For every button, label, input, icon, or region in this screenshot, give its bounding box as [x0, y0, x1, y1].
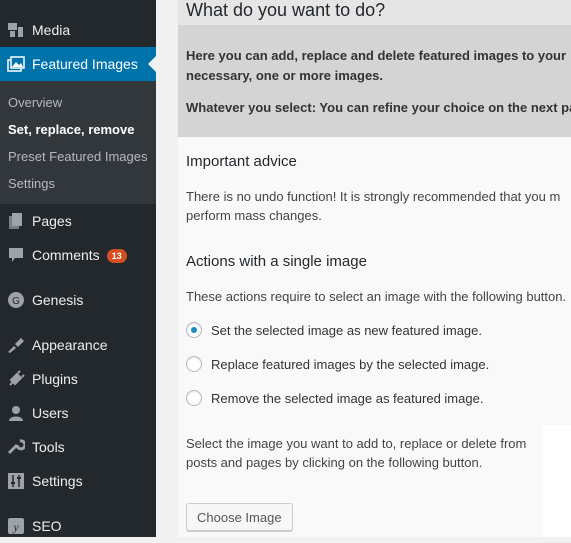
option-label: Set the selected image as new featured i…	[211, 322, 482, 338]
settings-icon	[6, 471, 26, 491]
intro-text-line1: Here you can add, replace and delete fea…	[186, 48, 567, 63]
select-image-text-line2: posts and pages by clicking on the follo…	[186, 455, 483, 470]
choose-image-button[interactable]: Choose Image	[186, 503, 293, 531]
intro-box: Here you can add, replace and delete fea…	[178, 25, 571, 137]
single-image-heading: Actions with a single image	[186, 253, 367, 270]
sidebar-item-pages[interactable]: Pages	[0, 204, 156, 238]
submenu-item-settings[interactable]: Settings	[8, 176, 55, 191]
important-advice-heading: Important advice	[186, 153, 297, 170]
pages-icon	[6, 211, 26, 231]
page-title: What do you want to do?	[186, 0, 386, 20]
tools-icon	[6, 437, 26, 457]
users-icon	[6, 403, 26, 423]
option-label: Remove the selected image as featured im…	[211, 390, 484, 406]
sidebar-item-seo[interactable]: y SEO	[0, 509, 156, 543]
radio-set-featured-image[interactable]	[186, 322, 202, 338]
option-set-featured-image[interactable]: Set the selected image as new featured i…	[186, 322, 482, 338]
genesis-icon: G	[6, 290, 26, 310]
sidebar-item-featured-images[interactable]: Featured Images	[0, 47, 156, 81]
sidebar-item-appearance[interactable]: Appearance	[0, 328, 156, 362]
intro-refine-text: Whatever you select: You can refine your…	[186, 100, 571, 115]
admin-sidebar: Media Featured Images Overview Set, repl…	[0, 0, 156, 537]
featured-images-icon	[6, 54, 26, 74]
sidebar-item-plugins[interactable]: Plugins	[0, 362, 156, 396]
intro-text-line2: necessary, one or more images.	[186, 68, 384, 83]
select-image-text-line1: Select the image you want to add to, rep…	[186, 436, 527, 451]
option-replace-featured-images[interactable]: Replace featured images by the selected …	[186, 356, 489, 372]
appearance-icon	[6, 335, 26, 355]
comments-count-badge: 13	[106, 249, 127, 264]
option-label: Replace featured images by the selected …	[211, 356, 490, 372]
submenu-item-set-replace-remove[interactable]: Set, replace, remove	[8, 122, 134, 137]
sidebar-item-media[interactable]: Media	[0, 13, 156, 47]
comments-label: Comments	[32, 246, 100, 263]
svg-text:G: G	[12, 296, 20, 307]
white-region	[543, 425, 571, 537]
sidebar-item-genesis[interactable]: G Genesis	[0, 283, 156, 317]
submenu-item-preset-featured-images[interactable]: Preset Featured Images	[8, 149, 147, 164]
sidebar-item-tools[interactable]: Tools	[0, 430, 156, 464]
radio-replace-featured-images[interactable]	[186, 356, 202, 372]
advice-text-line1: There is no undo function! It is strongl…	[186, 189, 561, 204]
media-icon	[6, 20, 26, 40]
seo-icon: y	[6, 516, 26, 536]
option-remove-featured-image[interactable]: Remove the selected image as featured im…	[186, 390, 483, 406]
current-menu-arrow	[148, 56, 156, 72]
main-content: What do you want to do? Here you can add…	[178, 0, 571, 537]
comments-icon	[6, 245, 26, 265]
radio-remove-featured-image[interactable]	[186, 390, 202, 406]
single-image-description: These actions require to select an image…	[186, 289, 567, 304]
sidebar-item-users[interactable]: Users	[0, 396, 156, 430]
featured-images-submenu: Overview Set, replace, remove Preset Fea…	[0, 81, 156, 204]
plugins-icon	[6, 369, 26, 389]
sidebar-item-comments[interactable]: Comments 13	[0, 238, 156, 272]
intro-header: What do you want to do?	[178, 0, 571, 25]
sidebar-item-settings[interactable]: Settings	[0, 464, 156, 498]
advice-text-line2: perform mass changes.	[186, 208, 322, 223]
submenu-item-overview[interactable]: Overview	[8, 95, 62, 110]
svg-text:y: y	[12, 520, 19, 534]
